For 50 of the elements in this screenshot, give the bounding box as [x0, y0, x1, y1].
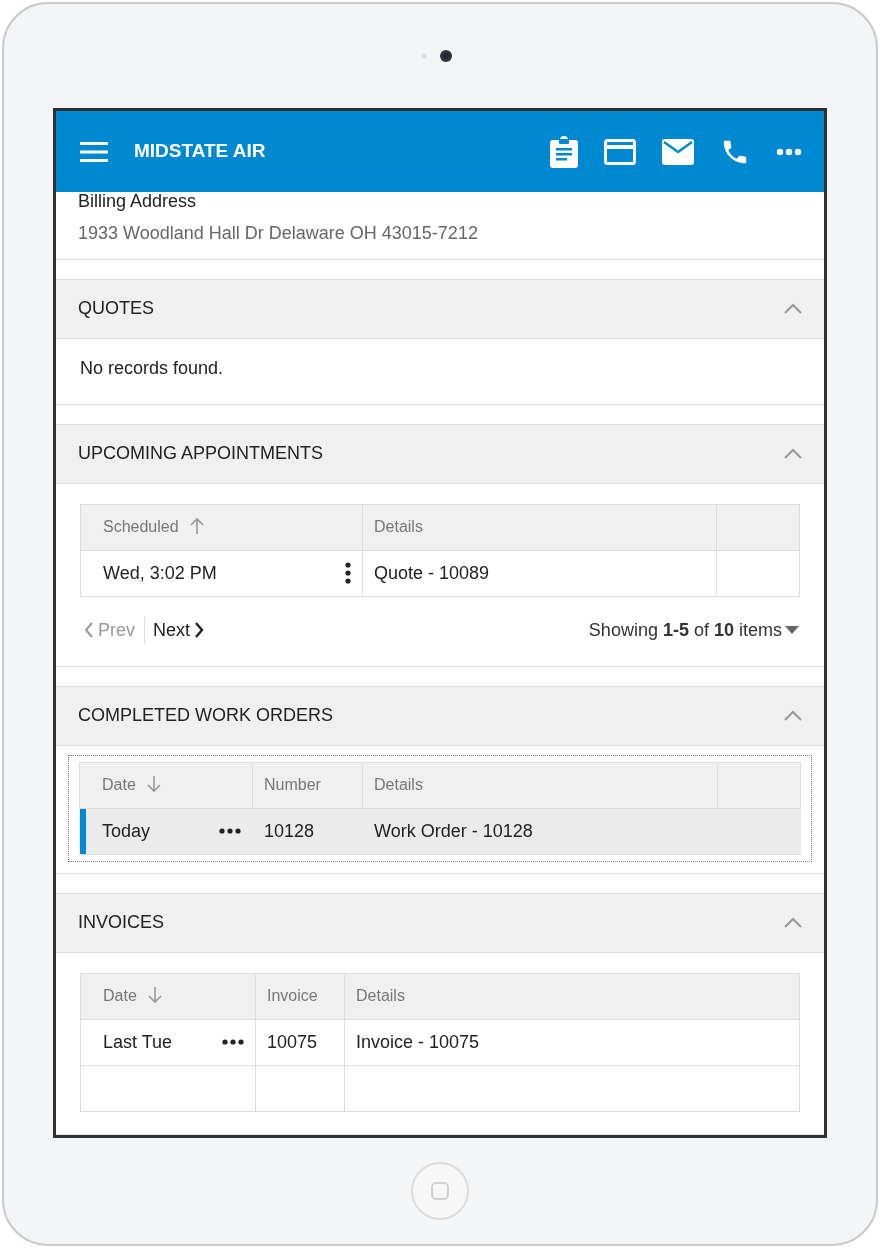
cell-text: Invoice - 10075 — [356, 1032, 480, 1052]
column-header[interactable]: Number — [252, 762, 363, 809]
sort-up-icon — [188, 517, 205, 536]
grid-row[interactable]: Wed, 3:02 PM Quote - 10089 — [80, 550, 800, 597]
card-icon[interactable] — [604, 138, 636, 165]
next-link[interactable]: Next — [145, 616, 213, 644]
chevron-up-icon[interactable] — [784, 303, 802, 315]
grid-row[interactable]: Today 10128 Work Order - 10128 — [79, 808, 801, 855]
section-header[interactable]: QUOTES — [56, 279, 824, 339]
section-header[interactable]: COMPLETED WORK ORDERS — [56, 686, 824, 746]
chevron-left-icon — [84, 622, 94, 639]
column-header[interactable]: Date — [80, 973, 256, 1020]
chevron-right-icon — [194, 622, 205, 639]
more-icon[interactable] — [776, 147, 802, 156]
app-title: MIDSTATE AIR — [134, 139, 266, 164]
caret-icon — [784, 625, 800, 636]
section-title: INVOICES — [78, 911, 165, 935]
column-header[interactable]: Date — [79, 762, 253, 809]
cell-text: Last Tue — [103, 1031, 173, 1054]
empty-message: No records found. — [80, 356, 225, 380]
section-title: UPCOMING APPOINTMENTS — [78, 442, 324, 466]
column-header[interactable]: Details — [344, 973, 800, 1020]
sort-down-icon — [146, 986, 163, 1005]
section-header[interactable]: INVOICES — [56, 893, 824, 953]
column-header[interactable]: Details — [362, 504, 717, 551]
section-title: QUOTES — [78, 297, 154, 321]
cell-text: Today — [102, 819, 151, 843]
chevron-up-icon[interactable] — [784, 917, 802, 929]
cell-text: Wed, 3:02 PM — [103, 561, 217, 585]
chevron-up-icon[interactable] — [784, 448, 802, 460]
chevron-up-icon[interactable] — [784, 710, 802, 722]
column-header[interactable]: Invoice — [255, 973, 345, 1020]
sort-down-icon — [145, 775, 162, 794]
page-size-dropdown[interactable]: Showing 1-5 of 10 items — [588, 616, 800, 644]
row-menu-icon[interactable] — [222, 1039, 244, 1046]
row-menu-icon[interactable] — [345, 562, 351, 585]
address-text: 1933 Woodland Hall Dr Delaware OH 43015-7212 — [78, 221, 479, 245]
menu-icon[interactable] — [80, 141, 108, 162]
field-label: Billing Address — [78, 192, 198, 212]
section-header[interactable]: UPCOMING APPOINTMENTS — [56, 424, 824, 484]
cell-text: 10075 — [267, 1032, 318, 1052]
clipboard-icon[interactable] — [550, 135, 578, 168]
column-header[interactable]: Details — [362, 762, 718, 809]
cell-text: Work Order - 10128 — [374, 820, 533, 841]
mail-icon[interactable] — [662, 138, 694, 165]
row-menu-icon[interactable] — [219, 828, 241, 835]
cell-text: 10128 — [264, 820, 315, 841]
cell-text: Quote - 10089 — [374, 562, 490, 583]
column-header[interactable]: Scheduled — [80, 504, 363, 551]
section-title: COMPLETED WORK ORDERS — [78, 704, 334, 728]
